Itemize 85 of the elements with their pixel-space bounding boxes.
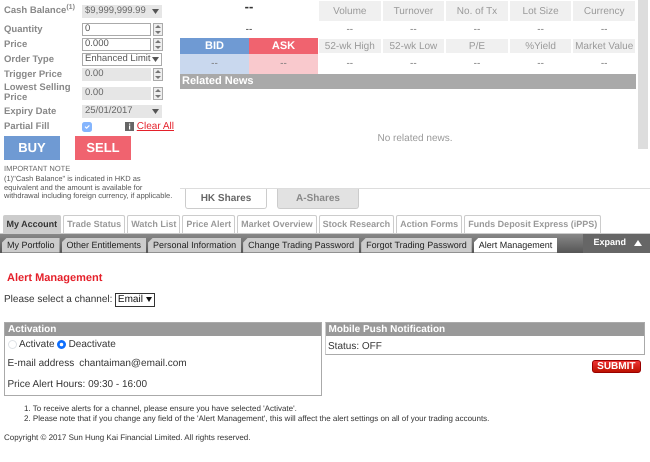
clear-all-link[interactable]: Clear All — [136, 119, 174, 134]
sub-tab[interactable]: Alert Management — [474, 238, 558, 252]
spinner-icon[interactable] — [153, 68, 163, 81]
stat-label: 52-wk Low — [382, 38, 446, 54]
nav-tab[interactable]: My Account — [2, 214, 62, 232]
nav-tab[interactable]: Funds Deposit Express (iPPS) — [464, 214, 602, 232]
stat-label: %Yield — [508, 38, 572, 54]
field-label: Quantity — [4, 24, 44, 34]
news-header: Related News — [180, 74, 636, 89]
nav-tab[interactable]: Trade Status — [63, 214, 126, 232]
stat-label: P/E — [445, 38, 509, 54]
number-field[interactable]: 0 — [82, 23, 151, 36]
channel-label: Please select a channel: — [4, 293, 112, 307]
nav-tab[interactable]: Stock Research — [318, 214, 394, 232]
nav-tab[interactable]: Watch List — [127, 214, 180, 232]
radio-label[interactable]: Activate — [19, 336, 55, 352]
triangle-up-icon — [634, 240, 642, 246]
sub-tab[interactable]: Forgot Trading Password — [361, 238, 472, 252]
section-title: Alert Management — [7, 270, 104, 286]
stat-value: -- — [345, 57, 354, 71]
nav-tab[interactable]: Action Forms — [396, 214, 462, 232]
stat-label: Lot Size — [508, 0, 572, 22]
field-label: Order Type — [4, 54, 55, 64]
nav-tab[interactable]: Market Overview — [237, 214, 317, 232]
field-label: Expiry Date — [4, 106, 58, 116]
price-value: -- — [244, 0, 254, 14]
empty-message: No related news. — [377, 132, 453, 146]
field-label: Lowest Selling Price — [4, 83, 72, 103]
copyright-text: Copyright © 2017 Sun Hung Kai Financial Limited. All rights reserved. — [4, 432, 252, 444]
note-item: 1. To receive alerts for a channel, please ensure you have selected 'Activate'. — [24, 404, 298, 414]
number-field[interactable]: 0.000 — [82, 38, 151, 51]
stat-label: Currency — [572, 0, 636, 22]
status-text: Status: OFF — [327, 340, 383, 354]
email-label: E-mail address — [8, 357, 74, 371]
stat-label: Volume — [318, 0, 382, 22]
field-label: Trigger Price — [4, 70, 64, 80]
caret-icon — [152, 57, 159, 62]
stat-label: No. of Tx — [445, 0, 509, 22]
stat-label: Turnover — [382, 0, 446, 22]
stat-label: Market Value — [572, 38, 636, 54]
scrollbar[interactable] — [638, 0, 648, 149]
stat-label: 52-wk High — [318, 38, 382, 54]
spinner-icon[interactable] — [153, 86, 163, 100]
radio-label[interactable]: Deactivate — [68, 336, 116, 352]
sub-tab[interactable]: Personal Information — [148, 238, 242, 252]
market-tab[interactable]: HK Shares — [185, 189, 267, 209]
bid-value: -- — [180, 54, 249, 74]
email-value: chantaiman@email.com — [79, 357, 187, 371]
panel-header: Activation — [5, 323, 321, 336]
hours-text: Price Alert Hours: 09:30 - 16:00 — [6, 378, 148, 392]
field-label: Cash Balance$^{(1)}$ — [4, 6, 76, 16]
ask-value: -- — [249, 54, 318, 74]
dropdown[interactable]: Enhanced Limit — [82, 53, 162, 66]
stat-value: -- — [472, 57, 482, 71]
sub-tab[interactable]: Change Trading Password — [243, 238, 360, 252]
radio-button[interactable] — [57, 340, 66, 348]
stat-value: -- — [345, 23, 354, 37]
spinner-icon[interactable] — [153, 23, 163, 36]
stat-value: -- — [600, 23, 609, 37]
change-value: -- — [244, 23, 254, 37]
field-label: Price — [4, 40, 28, 50]
ask-header: ASK — [249, 38, 318, 54]
spinner-icon[interactable] — [153, 38, 163, 51]
panel-header: Mobile Push Notification — [326, 323, 644, 336]
stat-value: -- — [536, 57, 545, 71]
sub-tab[interactable]: My Portfolio — [2, 238, 60, 252]
stat-value: -- — [409, 57, 418, 71]
bid-header: BID — [180, 38, 249, 54]
caret-icon — [152, 8, 159, 14]
channel-dropdown[interactable]: Email — [114, 292, 155, 306]
sub-tab[interactable]: Other Entitlements — [62, 238, 146, 252]
sell-button[interactable]: SELL — [75, 136, 131, 160]
buy-button[interactable]: BUY — [4, 136, 60, 160]
caret-icon — [152, 109, 159, 114]
stat-value: -- — [472, 23, 482, 37]
field-label: Partial Fill — [4, 122, 50, 132]
market-tab[interactable]: A-Shares — [277, 189, 359, 209]
submit-button[interactable]: SUBMIT — [592, 360, 640, 373]
stat-value: -- — [409, 23, 418, 37]
stat-value: -- — [536, 23, 545, 37]
note-item: 2. Please note that if you change any field of the 'Alert Management', this will affect the alert settings on all of your trading accounts. — [24, 414, 490, 424]
nav-tab[interactable]: Price Alert — [182, 214, 236, 232]
stat-value: -- — [600, 57, 609, 71]
caret-icon — [146, 297, 152, 302]
info-icon — [125, 122, 134, 131]
